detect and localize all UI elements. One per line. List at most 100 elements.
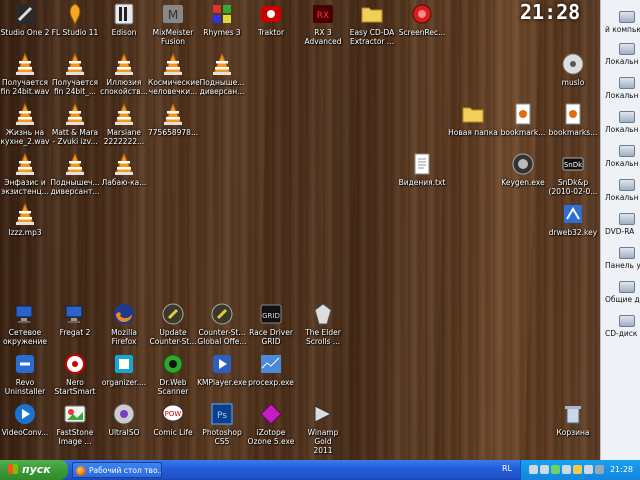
desktop-icon-label: Photoshop CS5 (202, 428, 242, 446)
desktop-icon[interactable]: ScreenRec... (397, 2, 447, 37)
desktop-icon[interactable]: Easy CD-DA Extractor ... (347, 2, 397, 46)
sidebar-drive-item[interactable]: Локальн (605, 142, 640, 174)
desktop-icon[interactable]: Fregat 2 (50, 302, 100, 337)
desktop-icon[interactable]: The Elder Scrolls ... (298, 302, 348, 346)
desktop-icon-label: iZotope Ozone 5.exe (247, 428, 295, 446)
sidebar-drive-item[interactable]: Локальн (605, 108, 640, 140)
desktop-icon[interactable]: Получается fin 24bit_... (50, 52, 100, 96)
desktop-clock: 21:28 (520, 0, 581, 24)
desktop-icon[interactable]: Winamp Gold 2011 (298, 402, 348, 455)
sidebar-drive-item[interactable]: DVD-RA (605, 210, 640, 242)
desktop-icon-label: Поднышеч... диверсант... (50, 178, 100, 196)
desktop-icon-label: The Elder Scrolls ... (305, 328, 341, 346)
vlc-icon (13, 52, 37, 76)
sidebar-drive-item[interactable]: CD-диск (605, 312, 640, 344)
desktop-icon[interactable]: muslo (548, 52, 598, 87)
vlc-icon (112, 52, 136, 76)
desktop-icon[interactable]: Корзина (548, 402, 598, 437)
desktop-icon[interactable]: Жизнь на кухне_2.wav (0, 102, 50, 146)
sidebar-item-label: й компью (605, 25, 640, 34)
desktop-icon[interactable]: bookmarks... (548, 102, 598, 137)
vlc-icon (210, 52, 234, 76)
desktop-icon[interactable]: Иллюзия спокойств... (99, 52, 149, 96)
desktop-icon[interactable]: M MixMeister Fusion (148, 2, 198, 46)
desktop-icon[interactable]: Dr.Web Scanner (148, 352, 198, 396)
sidebar-drive-item[interactable]: Локальн (605, 176, 640, 208)
sidebar-drive-item[interactable]: Панель у (605, 244, 640, 276)
desktop-icon[interactable]: Matt & Mara - Zvuki izv... (50, 102, 100, 146)
language-indicator[interactable]: RL (502, 464, 512, 473)
volume-icon[interactable] (584, 465, 593, 474)
sidebar-drive-item[interactable]: й компью (605, 8, 640, 40)
desktop-icon[interactable]: Edison (99, 2, 149, 37)
desktop-icon[interactable]: KMPlayer.exe (197, 352, 247, 387)
desktop-icon[interactable]: Studio One 2 (0, 2, 50, 37)
tray-icon[interactable] (551, 465, 560, 474)
disc-icon (561, 52, 585, 76)
sidebar-drive-item[interactable]: Общие д (605, 278, 640, 310)
tray-icon[interactable] (529, 465, 538, 474)
desktop-icon-label: Rhymes 3 (203, 28, 241, 37)
start-button[interactable]: пуск (0, 460, 68, 480)
desktop-icon-label: Update Counter-St... (149, 328, 197, 346)
desktop-icon[interactable]: Видения.txt (397, 152, 447, 187)
desktop-icon[interactable]: Traktor (246, 2, 296, 37)
desktop-icon[interactable]: Новая папка (448, 102, 498, 137)
vlc-icon (63, 152, 87, 176)
desktop-icon[interactable]: UltraISO (99, 402, 149, 437)
desktop-icon[interactable]: FL Studio 11 (50, 2, 100, 37)
desktop-icon[interactable]: RX RX 3 Advanced (298, 2, 348, 46)
tray-icon[interactable] (573, 465, 582, 474)
firefox-icon (112, 302, 136, 326)
desktop-icon[interactable]: Подныше... диверсан... (197, 52, 247, 96)
desktop-icon[interactable]: drweb32.key (548, 202, 598, 237)
svg-text:M: M (168, 8, 178, 22)
desktop-icon[interactable]: Keygen.exe (498, 152, 548, 187)
desktop-icon[interactable]: GRID Race Driver GRID (246, 302, 296, 346)
desktop-icon[interactable]: Ps Photoshop CS5 (197, 402, 247, 446)
desktop-icon[interactable]: Update Counter-St... (148, 302, 198, 346)
desktop-icon-label: muslo (561, 78, 585, 87)
winamp-icon (311, 402, 335, 426)
desktop-icon[interactable]: POW Comic Life (148, 402, 198, 437)
desktop-icon[interactable]: Marsiane 2222222... (99, 102, 149, 146)
desktop-icon[interactable]: Космические человечки... (148, 52, 200, 96)
taskbar-window-button[interactable]: Рабочий стол тво... (72, 462, 162, 478)
desktop-icon[interactable]: Сетевое окружение (0, 302, 50, 346)
desktop-icon[interactable]: iZotope Ozone 5.exe (246, 402, 296, 446)
desktop-icon[interactable]: Mozilla Firefox (99, 302, 149, 346)
desktop-icon[interactable]: bookmark... (498, 102, 548, 137)
desktop-icon[interactable]: Nero StartSmart (50, 352, 100, 396)
desktop-icon-label: procexp.exe (248, 378, 294, 387)
desktop-icon[interactable]: Поднышеч... диверсант... (50, 152, 100, 196)
desktop-icon-label: Энфазис и экзистенц... (1, 178, 49, 196)
desktop-icon[interactable]: Энфазис и экзистенц... (0, 152, 50, 196)
drive-icon (619, 179, 635, 191)
desktop-icon[interactable]: Лабаю-ка... (99, 152, 149, 187)
desktop-icon[interactable]: 775658978... (148, 102, 198, 137)
desktop-icon[interactable]: SnDk SnDk&p (2010-02-0... (548, 152, 598, 196)
sidebar-item-label: Локальн (605, 91, 639, 100)
desktop-icon[interactable]: VideoConv... (0, 402, 50, 437)
desktop-icon-label: VideoConv... (1, 428, 49, 437)
rhymes-icon (210, 2, 234, 26)
svg-text:Ps: Ps (217, 411, 227, 421)
desktop-icon[interactable]: Izzz.mp3 (0, 202, 50, 237)
tray-icon[interactable] (540, 465, 549, 474)
desktop-icon[interactable]: Counter-St... Global Offe... (197, 302, 247, 346)
desktop-icon[interactable]: procexp.exe (246, 352, 296, 387)
tray-icon[interactable] (562, 465, 571, 474)
desktop-icon-label: Получается fin 24bit.wav (0, 78, 50, 96)
desktop-icon[interactable]: FastStone Image ... (50, 402, 100, 446)
drive-icon (619, 281, 635, 293)
sidebar-drive-item[interactable]: Локальн (605, 40, 640, 72)
svg-text:GRID: GRID (262, 312, 280, 320)
desktop-icon[interactable]: Получается fin 24bit.wav (0, 52, 50, 96)
desktop-icon[interactable]: Revo Uninstaller (0, 352, 50, 396)
desktop-icon[interactable]: Rhymes 3 (197, 2, 247, 37)
desktop-icon[interactable]: organizer.... (99, 352, 149, 387)
sidebar-item-label: Локальн (605, 57, 639, 66)
sidebar-drive-item[interactable]: Локальн (605, 74, 640, 106)
network-icon[interactable] (595, 465, 604, 474)
studio-icon (13, 2, 37, 26)
